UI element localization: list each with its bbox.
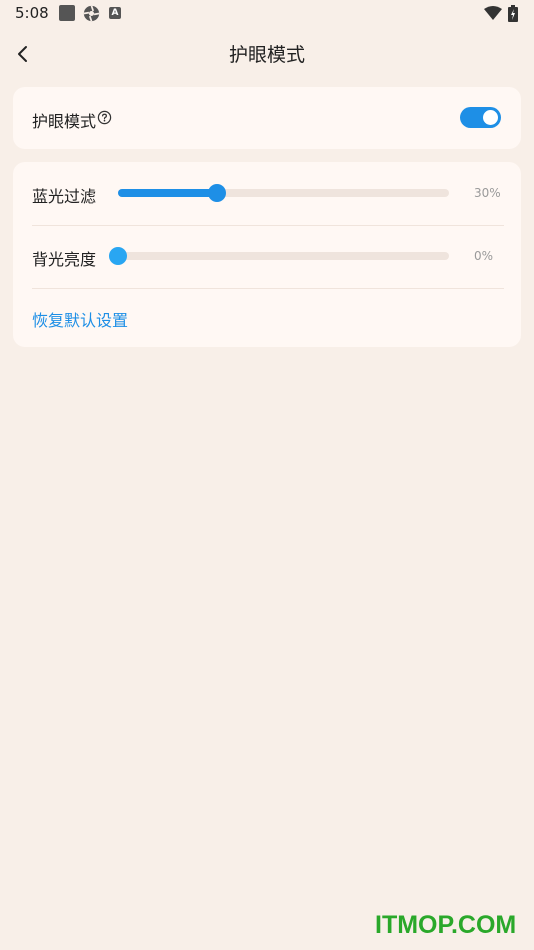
header: 护眼模式 [0,32,534,76]
switch-knob [483,110,498,125]
reset-defaults-link[interactable]: 恢复默认设置 [32,307,128,331]
blue-light-value: 30% [474,186,501,200]
a-badge-icon: A [109,7,121,19]
page-title: 护眼模式 [228,44,305,66]
help-icon[interactable] [97,110,112,125]
eye-mode-card: 护眼模式 [13,87,521,149]
blue-light-row: 蓝光过滤 30% [13,162,521,224]
eye-mode-switch[interactable] [460,107,501,128]
blue-light-slider[interactable] [118,184,449,202]
status-bar: 5:08 A [0,0,534,28]
backlight-row: 背光亮度 0% [13,225,521,287]
blue-light-slider-fill [118,189,218,197]
battery-charging-icon [508,5,518,22]
backlight-value: 0% [474,249,494,263]
divider [32,288,504,289]
status-time: 5:08 [15,4,49,22]
backlight-label: 背光亮度 [32,250,97,269]
screen: 5:08 A 护眼模式 护眼模式 蓝光过滤 30% 背光亮度 0% 恢复默认设置… [0,0,534,950]
eye-mode-label: 护眼模式 [32,112,97,131]
backlight-slider-thumb[interactable] [109,247,127,265]
backlight-slider[interactable] [109,247,449,265]
notification-square-icon [59,5,75,21]
wifi-icon [484,6,502,20]
blue-light-label: 蓝光过滤 [32,187,97,206]
aperture-icon [83,5,100,22]
watermark: ITMOP.COM [375,911,517,939]
blue-light-slider-thumb[interactable] [208,184,227,202]
settings-card: 蓝光过滤 30% 背光亮度 0% 恢复默认设置 [13,162,521,347]
